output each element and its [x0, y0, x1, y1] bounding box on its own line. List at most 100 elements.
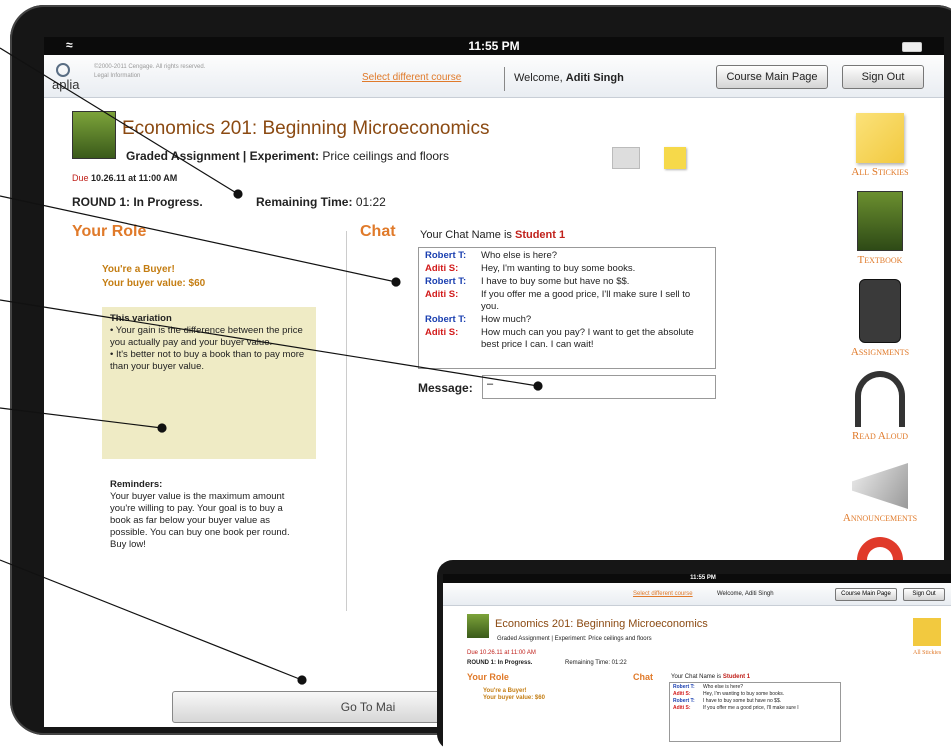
role-heading: Your Role — [72, 223, 147, 240]
inset-select-course-link[interactable]: Select different course — [633, 591, 693, 597]
select-course-link[interactable]: Select different course — [362, 72, 461, 83]
reminders-text: Your buyer value is the maximum amount y… — [110, 491, 290, 550]
inset-chat-log[interactable]: Robert T: Who else is here? Aditi S: Hey, I… — [669, 682, 841, 742]
sidebar-item-label: Announcements — [842, 512, 918, 524]
chat-message: Aditi S: How much can you pay? I want to … — [425, 327, 709, 351]
assignments-icon — [859, 279, 901, 343]
inset-course-main-button[interactable]: Course Main Page — [835, 588, 897, 601]
sidebar-item-label: Read Aloud — [851, 430, 909, 442]
variation-title: This variation — [110, 313, 172, 324]
variation-text-1: • Your gain is the difference between th… — [110, 325, 303, 348]
battery-icon — [902, 42, 922, 52]
chat-text: I have to buy some but have no $$. — [481, 276, 630, 287]
sticky-note-icon — [856, 113, 904, 163]
inset-chat-text: I have to buy some but have no $$. — [703, 698, 782, 704]
sidebar-item-assignments[interactable]: Assignments — [816, 279, 944, 358]
aplia-logo[interactable]: aplia — [52, 63, 79, 92]
inset-welcome: Welcome, Aditi Singh — [717, 591, 774, 597]
headphones-icon — [855, 371, 905, 427]
megaphone-icon — [852, 463, 908, 509]
chat-log[interactable]: Robert T: Who else is here? Aditi S: Hey, I… — [418, 247, 716, 369]
variation-text-2: • It's better not to buy a book than to … — [110, 349, 305, 372]
welcome-prefix: Welcome, — [514, 72, 563, 84]
chat-message: Aditi S: Hey, I'm wanting to buy some boo… — [425, 263, 709, 275]
legal-link[interactable]: Legal Information — [94, 72, 205, 81]
user-name: Aditi Singh — [565, 72, 624, 84]
sidebar-item-read-aloud[interactable]: Read Aloud — [816, 371, 944, 442]
inset-chat-heading: Chat — [633, 672, 653, 682]
round-status: ROUND 1: In Progress. — [72, 195, 203, 209]
inset-assignment: Graded Assignment | Experiment: Price ce… — [497, 636, 652, 642]
inset-chat-message: Aditi S: Hey, I'm wanting to buy some boo… — [673, 691, 837, 697]
inset-chat-sender: Robert T: — [673, 698, 695, 704]
sticky-note-icon[interactable] — [664, 147, 686, 169]
assignment-info: Graded Assignment | Experiment: Price ce… — [126, 149, 449, 163]
inset-sign-out-button[interactable]: Sign Out — [903, 588, 945, 601]
sidebar-item-label: Assignments — [850, 346, 910, 358]
inset-chat-message: Robert T: Who else is here? — [673, 684, 837, 690]
buyer-info: You're a Buyer! Your buyer value: $60 — [102, 263, 205, 291]
column-divider — [346, 231, 347, 611]
inset-buyer-line-1: You're a Buyer! — [483, 688, 527, 694]
inset-due: Due 10.26.11 at 11:00 AM — [467, 650, 536, 656]
chat-message: Robert T: Who else is here? — [425, 250, 709, 262]
welcome-text: Welcome, Aditi Singh — [514, 72, 624, 84]
copyright-line: ©2000-2011 Cengage. All rights reserved. — [94, 64, 206, 70]
inset-device: 11:55 PM Select different course Welcome… — [437, 560, 951, 750]
inset-chat-message: Aditi S: If you offer me a good price, I'… — [673, 705, 837, 711]
sidebar-item-label: All Stickies — [851, 166, 909, 178]
chat-text: How much? — [481, 314, 532, 325]
inset-chat-text: If you offer me a good price, I'll make … — [703, 705, 799, 711]
sidebar-item-textbook[interactable]: Textbook — [816, 191, 944, 266]
inset-round: ROUND 1: In Progress. — [467, 660, 533, 666]
sidebar-item-announcements[interactable]: Announcements — [816, 463, 944, 524]
inset-course-thumbnail — [467, 614, 489, 638]
chat-text: If you offer me a good price, I'll make … — [481, 289, 691, 312]
inset-chat-sender: Robert T: — [673, 684, 695, 690]
status-time: 11:55 PM — [468, 39, 520, 53]
laptop-icon[interactable] — [612, 147, 640, 169]
message-label: Message: — [418, 381, 473, 395]
course-title: Economics 201: Beginning Microeconomics — [122, 118, 490, 139]
inset-screen: 11:55 PM Select different course Welcome… — [443, 574, 951, 750]
chat-sender: Robert T: — [425, 314, 467, 325]
reminders-title: Reminders: — [110, 479, 163, 490]
chat-sender: Aditi S: — [425, 263, 459, 274]
inset-chat-name-prefix: Your Chat Name is — [671, 674, 722, 680]
sidebar-item-label: Textbook — [857, 254, 903, 266]
inset-chat-message: Robert T: I have to buy some but have no … — [673, 698, 837, 704]
chat-sender: Robert T: — [425, 250, 467, 261]
due-date: Due 10.26.11 at 11:00 AM — [72, 173, 177, 183]
chat-sender: Robert T: — [425, 276, 467, 287]
sidebar-item-all-stickies[interactable]: All Stickies — [816, 113, 944, 178]
top-nav: aplia ©2000-2011 Cengage. All rights res… — [44, 55, 944, 98]
inset-course-title: Economics 201: Beginning Microeconomics — [495, 618, 708, 630]
assignment-type: Graded Assignment | Experiment: — [126, 149, 319, 163]
course-thumbnail — [72, 111, 116, 159]
chat-message: Robert T: I have to buy some but have no … — [425, 276, 709, 288]
status-bar: ≈ 11:55 PM — [44, 37, 944, 55]
chat-text: Hey, I'm wanting to buy some books. — [481, 263, 636, 274]
inset-sticky-note-icon[interactable] — [913, 618, 941, 646]
inset-chat-sender: Aditi S: — [673, 705, 691, 711]
chat-name-prefix: Your Chat Name is — [420, 229, 512, 241]
chat-message: Aditi S: If you offer me a good price, I'… — [425, 289, 709, 313]
sign-out-button[interactable]: Sign Out — [842, 65, 924, 89]
inset-remaining: Remaining Time: 01:22 — [565, 660, 627, 666]
inset-chat-name: Your Chat Name is Student 1 — [671, 674, 750, 680]
inset-role-heading: Your Role — [467, 672, 509, 682]
inset-status-time: 11:55 PM — [443, 574, 951, 583]
course-main-button[interactable]: Course Main Page — [716, 65, 828, 89]
assignment-name: Price ceilings and floors — [322, 149, 450, 163]
chat-message: Robert T: How much? — [425, 314, 709, 326]
textbook-icon — [857, 191, 903, 251]
buyer-line-2: Your buyer value: $60 — [102, 278, 206, 289]
nav-divider — [504, 67, 505, 91]
logo-text: aplia — [52, 77, 80, 92]
inset-top-nav: Select different course Welcome, Aditi S… — [443, 583, 951, 606]
message-input[interactable]: – — [482, 375, 716, 399]
reminders-box: Reminders: Your buyer value is the maxim… — [110, 479, 300, 551]
copyright-text: ©2000-2011 Cengage. All rights reserved.… — [94, 63, 205, 81]
buyer-line-1: You're a Buyer! — [102, 264, 175, 275]
inset-chat-text: Hey, I'm wanting to buy some books. — [703, 691, 785, 697]
